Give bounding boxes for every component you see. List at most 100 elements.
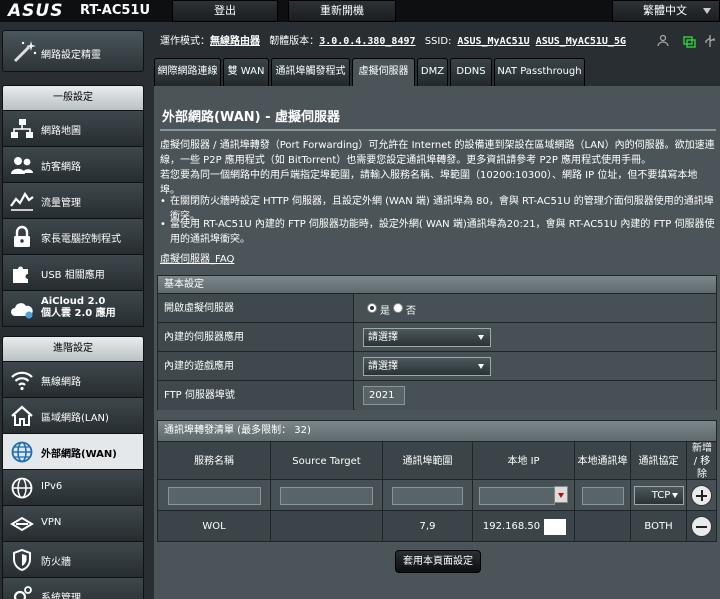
col-local-ip: 本地 IP	[473, 442, 575, 480]
note-ftp: 當使用 RT-AC51U 內建的 FTP 伺服器功能時，設定外網( WAN 端)…	[160, 217, 716, 247]
usb-status-icon[interactable]	[705, 35, 715, 47]
row-port-range: 7,9	[383, 511, 473, 542]
mode-link[interactable]: 無線路由器	[210, 36, 260, 47]
protocol-select[interactable]: TCP	[634, 486, 684, 505]
row-protocol: BOTH	[631, 511, 687, 542]
sidebar-item-label: 無線網路	[41, 377, 81, 388]
ftp-row: FTP 伺服器埠號 2021	[158, 380, 716, 410]
col-service-name: 服務名稱	[158, 442, 271, 480]
status-bar: 運作模式：無線路由器 韌體版本：3.0.0.4.380_8497 SSID: AS…	[160, 32, 626, 47]
enable-label: 開啟虛擬伺服器	[158, 294, 354, 323]
sidebar-item-label: VPN	[41, 517, 62, 528]
sidebar-item-parental-control[interactable]: 家長電腦控制程式	[2, 219, 144, 255]
tab-port-trigger[interactable]: 通訊埠觸發程式	[271, 58, 350, 86]
local-ip-input[interactable]	[479, 487, 555, 505]
enable-row: 開啟虛擬伺服器 是 否	[158, 293, 716, 323]
globe-icon	[11, 441, 33, 463]
sidebar-item-guest-network[interactable]: 訪客網路	[2, 147, 144, 183]
sidebar-item-administration[interactable]: 系統管理	[2, 578, 144, 599]
basic-config-table: 基本設定 開啟虛擬伺服器 是 否 內建的伺服器應用 請選擇 內建的遊戲應用 請選…	[157, 275, 717, 410]
sidebar-item-label: 訪客網路	[41, 162, 81, 173]
famous-server-label: 內建的伺服器應用	[158, 323, 354, 352]
tab-dmz[interactable]: DMZ	[417, 58, 448, 86]
chevron-down-icon	[478, 364, 484, 369]
row-service: WOL	[158, 511, 271, 542]
sidebar-item-label: 流量管理	[41, 198, 81, 209]
language-select[interactable]: 繁體中文	[612, 0, 720, 22]
sidebar-item-wan[interactable]: 外部網路(WAN)	[2, 434, 144, 470]
ftp-port-input[interactable]: 2021	[363, 386, 405, 405]
sidebar-item-label-2: 個人雲 2.0 應用	[41, 308, 116, 319]
row-local-port	[575, 511, 631, 542]
sidebar-item-traffic-manager[interactable]: 流量管理	[2, 183, 144, 219]
traffic-manager-icon	[10, 191, 34, 211]
remove-rule-button[interactable]	[691, 516, 712, 537]
tab-virtual-server[interactable]: 虛擬伺服器	[352, 58, 415, 86]
tab-dual-wan[interactable]: 雙 WAN	[223, 58, 269, 86]
qis-button[interactable]: 網路設定精靈	[2, 30, 144, 72]
local-port-input[interactable]	[582, 487, 624, 505]
qis-label: 網路設定精靈	[41, 50, 101, 61]
ssid-24g-link[interactable]: ASUS_MyAC51U	[457, 36, 529, 47]
sidebar-item-ipv6[interactable]: IPv6	[2, 470, 144, 506]
chevron-down-icon	[478, 335, 484, 340]
logout-button[interactable]: 登出	[172, 0, 278, 22]
clients-icon[interactable]	[657, 34, 669, 47]
table-row: WOL 7,9 192.168.50 BOTH	[158, 510, 716, 542]
local-ip-dropdown-button[interactable]	[554, 486, 568, 503]
tab-internet[interactable]: 網際網路連線	[154, 58, 221, 86]
ssid-5g-link[interactable]: ASUS_MyAC51U_5G	[536, 36, 626, 47]
tab-ddns[interactable]: DDNS	[450, 58, 492, 86]
sidebar-item-firewall[interactable]: 防火牆	[2, 542, 144, 578]
service-name-input[interactable]	[168, 487, 261, 505]
sidebar-item-lan[interactable]: 區域網路(LAN)	[2, 398, 144, 434]
game-select[interactable]: 請選擇	[363, 357, 491, 376]
apply-button[interactable]: 套用本頁面設定	[395, 550, 481, 573]
sidebar-item-aicloud[interactable]: AiCloud 2.0 個人雲 2.0 應用	[2, 291, 144, 327]
game-row: 內建的遊戲應用 請選擇	[158, 351, 716, 381]
vpn-icon	[10, 516, 34, 532]
source-target-input[interactable]	[280, 487, 373, 505]
add-rule-button[interactable]	[691, 485, 712, 506]
enable-yes-radio[interactable]	[367, 303, 377, 313]
famous-server-select[interactable]: 請選擇	[363, 328, 491, 347]
top-bar: ASUS RT-AC51U 登出 重新開機 繁體中文	[0, 0, 720, 22]
chevron-down-icon	[672, 493, 678, 498]
divider	[160, 129, 716, 131]
sidebar-item-label: 外部網路(WAN)	[41, 449, 117, 460]
famous-server-row: 內建的伺服器應用 請選擇	[158, 322, 716, 352]
reboot-button[interactable]: 重新開機	[288, 0, 396, 22]
network-map-icon	[11, 119, 33, 138]
famous-server-value: 請選擇	[368, 332, 398, 343]
game-value: 請選擇	[368, 361, 398, 372]
protocol-value: TCP	[651, 490, 671, 501]
description-2: 若您要為同一個網路中的用戶端指定埠範圍，請輸入服務名稱、埠範圍（10200:10…	[160, 170, 698, 196]
content-panel: 外部網路(WAN) - 虛擬伺服器 虛擬伺服器 / 通訊埠轉發（Port For…	[154, 86, 720, 599]
home-icon	[11, 405, 33, 426]
firmware-link[interactable]: 3.0.0.4.380_8497	[319, 36, 415, 47]
network-connected-icon[interactable]	[683, 36, 696, 48]
sidebar-item-label: 區域網路(LAN)	[41, 413, 109, 424]
sidebar-item-wireless[interactable]: 無線網路	[2, 362, 144, 398]
ip-mask-box	[544, 519, 566, 535]
port-range-input[interactable]	[392, 487, 463, 505]
ssid-label: SSID:	[424, 36, 452, 47]
enable-no-radio[interactable]	[393, 303, 403, 313]
sidebar-item-network-map[interactable]: 網路地圖	[2, 111, 144, 147]
lock-icon	[14, 225, 30, 247]
sidebar-item-label: IPv6	[41, 481, 63, 492]
row-local-ip: 192.168.50	[482, 521, 541, 532]
sidebar-item-vpn[interactable]: VPN	[2, 506, 144, 542]
sidebar: 網路設定精靈 一般設定 網路地圖 訪客網路 流量管理 家長電腦控制程式 USB …	[0, 22, 146, 599]
status-icons	[657, 34, 715, 48]
description: 虛擬伺服器 / 通訊埠轉發（Port Forwarding）可允許在 Inter…	[160, 138, 716, 198]
asus-logo: ASUS	[8, 1, 64, 21]
faq-link[interactable]: 虛擬伺服器_FAQ	[160, 250, 234, 265]
advanced-header: 進階設定	[2, 336, 144, 362]
sidebar-item-label: USB 相關應用	[41, 270, 105, 281]
port-forwarding-table: 通訊埠轉發清單 (最多限制： 32) 服務名稱 Source Target 通訊…	[157, 420, 717, 542]
guest-network-icon	[11, 157, 33, 174]
sidebar-item-usb[interactable]: USB 相關應用	[2, 255, 144, 291]
wifi-icon	[11, 371, 33, 391]
tab-nat-passthrough[interactable]: NAT Passthrough	[494, 58, 585, 86]
